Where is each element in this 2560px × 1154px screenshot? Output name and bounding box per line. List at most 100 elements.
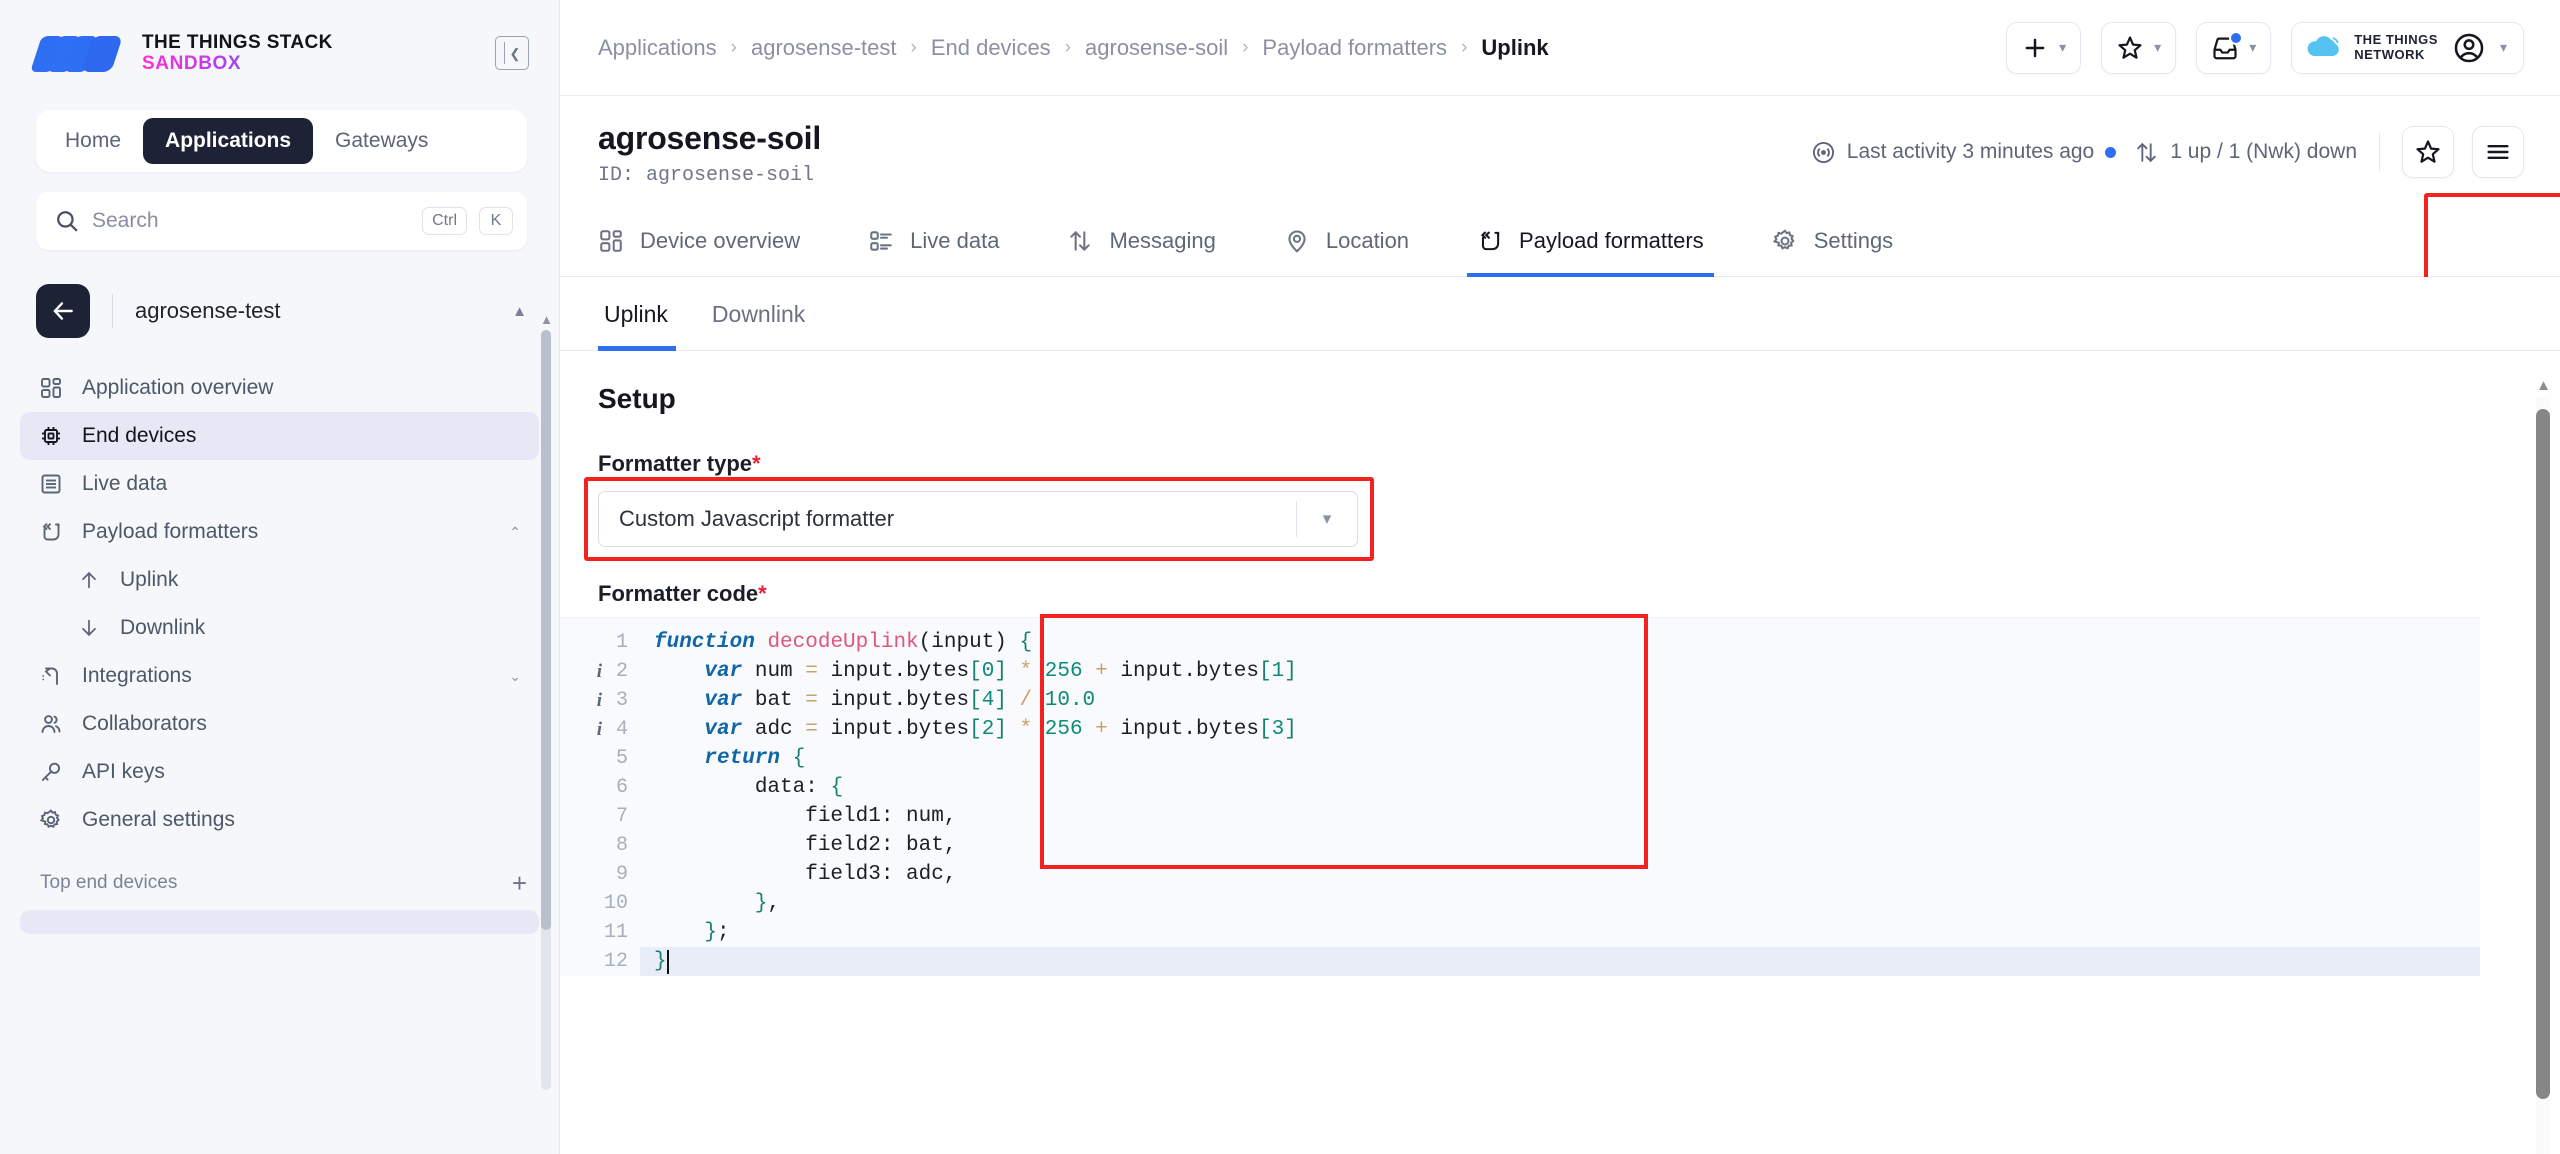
sidebar-scroll-up-icon[interactable]: ▲ — [540, 312, 553, 327]
chip-icon — [38, 423, 64, 449]
editor-code-area[interactable]: function decodeUplink(input) { var num =… — [640, 618, 2480, 976]
tab-location[interactable]: Location — [1250, 205, 1443, 276]
editor-code-line[interactable]: function decodeUplink(input) { — [654, 628, 2480, 657]
editor-code-line[interactable]: field2: bat, — [654, 831, 2480, 860]
sidebar-item-collaborators[interactable]: Collaborators — [20, 700, 539, 748]
tab-settings[interactable]: Settings — [1738, 205, 1928, 276]
cloud-icon — [2307, 35, 2339, 56]
main-scrollbar[interactable] — [2536, 397, 2550, 1154]
required-mark: * — [758, 581, 767, 606]
nav-pill-gateways[interactable]: Gateways — [313, 118, 450, 164]
chevron-up-icon[interactable]: ⌃ — [509, 524, 521, 541]
brand-logo-group[interactable]: THE THINGS STACK SANDBOX — [30, 30, 333, 76]
sidebar-item-api-keys[interactable]: API keys — [20, 748, 539, 796]
breadcrumb-applications[interactable]: Applications — [598, 35, 717, 61]
editor-code-line[interactable]: data: { — [654, 773, 2480, 802]
the-things-network-logo-icon: THE THINGS NETWORK — [2304, 33, 2438, 62]
editor-code-line[interactable]: }; — [654, 918, 2480, 947]
top-end-device-item[interactable] — [20, 910, 539, 934]
signal-icon — [1812, 141, 1834, 163]
editor-gutter-line: i4 — [560, 715, 640, 744]
brand-text: THE THINGS STACK SANDBOX — [142, 32, 333, 75]
editor-code-line[interactable]: var bat = input.bytes[4] / 10.0 — [654, 686, 2480, 715]
code-token: input — [931, 631, 995, 654]
add-button[interactable]: ▾ — [2006, 21, 2082, 74]
device-menu-button[interactable] — [2472, 126, 2524, 178]
bookmark-device-button[interactable] — [2402, 126, 2454, 178]
bookmarks-button[interactable]: ▾ — [2101, 21, 2177, 74]
formatter-type-select[interactable]: Custom Javascript formatter ▾ — [598, 491, 1358, 547]
formatter-type-select-wrap: Custom Javascript formatter ▾ — [584, 477, 1374, 561]
sidebar-item-label: Collaborators — [82, 712, 207, 735]
breadcrumb-end-devices[interactable]: End devices — [931, 35, 1051, 61]
sidebar-item-end-devices[interactable]: End devices — [20, 412, 539, 460]
code-editor[interactable]: 1 i 2 i 3 i 4 5 6 7 8 9 10 11 12 function decodeUplink… — [560, 614, 2480, 976]
subtab-downlink[interactable]: Downlink — [690, 301, 827, 350]
notifications-button[interactable]: ▾ — [2196, 21, 2272, 74]
breadcrumb-agrosense-soil[interactable]: agrosense-soil — [1085, 35, 1228, 61]
nav-pill-applications[interactable]: Applications — [143, 118, 314, 164]
main-scrollbar-thumb[interactable] — [2536, 409, 2550, 1099]
avatar — [2454, 33, 2484, 62]
grid-icon — [598, 228, 624, 254]
formatter-type-label: Formatter type* — [598, 451, 761, 476]
line-number: 7 — [615, 805, 628, 828]
code-token: var — [704, 660, 743, 683]
editor-code-line[interactable]: } — [640, 947, 2480, 976]
breadcrumb-payload-formatters[interactable]: Payload formatters — [1262, 35, 1447, 61]
editor-code-line[interactable]: }, — [654, 889, 2480, 918]
sidebar-scrollbar-thumb[interactable] — [541, 330, 551, 930]
page-header: agrosense-soil ID: agrosense-soil Last a… — [560, 96, 2560, 187]
code-token: data: — [654, 776, 831, 799]
code-token: adc — [742, 718, 806, 741]
subtab-uplink[interactable]: Uplink — [598, 301, 690, 351]
sidebar-item-label: Payload formatters — [82, 520, 259, 543]
sidebar-item-integrations[interactable]: Integrations ⌄ — [20, 652, 539, 700]
sidebar-item-label: Downlink — [120, 616, 206, 639]
sidebar-item-downlink[interactable]: Downlink — [20, 604, 539, 652]
breadcrumb: Applications › agrosense-test › End devi… — [598, 35, 1986, 61]
add-end-device-icon[interactable]: + — [512, 870, 527, 896]
search-input[interactable]: Search — [92, 209, 410, 233]
editor-code-line[interactable]: return { — [654, 744, 2480, 773]
section-title-label: Top end devices — [40, 872, 178, 893]
chevron-down-icon[interactable]: ⌄ — [509, 668, 521, 685]
info-icon[interactable]: i — [597, 719, 602, 741]
code-token: 2 — [981, 718, 995, 741]
sidebar-item-application-overview[interactable]: Application overview — [20, 364, 539, 412]
info-icon[interactable]: i — [597, 690, 602, 712]
sidebar-scrollbar[interactable] — [541, 330, 551, 1090]
tab-live-data[interactable]: Live data — [834, 205, 1033, 276]
code-token: [ — [969, 718, 982, 741]
tab-device-overview[interactable]: Device overview — [598, 205, 834, 276]
sidebar-item-general-settings[interactable]: General settings — [20, 796, 539, 844]
nav-pill-home[interactable]: Home — [43, 118, 143, 164]
link-status-text: 1 up / 1 (Nwk) down — [2170, 140, 2357, 163]
info-icon[interactable]: i — [597, 661, 602, 683]
collapse-sidebar-icon[interactable]: ❮ — [495, 36, 529, 70]
breadcrumb-agrosense-test[interactable]: agrosense-test — [751, 35, 897, 61]
chevron-up-icon[interactable]: ▲ — [512, 303, 527, 320]
editor-gutter-line: 10 — [560, 889, 640, 918]
code-token: } — [754, 892, 768, 915]
search-icon — [57, 211, 78, 232]
editor-code-line[interactable]: field3: adc, — [654, 860, 2480, 889]
main-scroll-up-icon[interactable]: ▲ — [2536, 377, 2551, 394]
tab-payload-formatters[interactable]: Payload formatters — [1443, 205, 1738, 277]
tab-messaging[interactable]: Messaging — [1033, 205, 1249, 276]
sidebar-item-uplink[interactable]: Uplink — [20, 556, 539, 604]
back-button[interactable] — [36, 284, 90, 338]
chevron-down-icon[interactable]: ▾ — [1297, 509, 1357, 529]
editor-code-line[interactable]: var adc = input.bytes[2] * 256 + input.b… — [654, 715, 2480, 744]
formatter-type-value: Custom Javascript formatter — [619, 506, 895, 531]
editor-code-line[interactable]: var num = input.bytes[0] * 256 + input.b… — [654, 657, 2480, 686]
sidebar-item-payload-formatters[interactable]: Payload formatters ⌃ — [20, 508, 539, 556]
star-icon — [2416, 140, 2440, 163]
tab-label: Location — [1325, 227, 1410, 253]
search-box[interactable]: Search Ctrl K — [36, 192, 527, 250]
user-menu-button[interactable]: THE THINGS NETWORK ▾ — [2291, 21, 2524, 74]
editor-code-line[interactable]: field1: num, — [654, 802, 2480, 831]
sidebar-item-live-data[interactable]: Live data — [20, 460, 539, 508]
application-name[interactable]: agrosense-test — [135, 298, 281, 324]
